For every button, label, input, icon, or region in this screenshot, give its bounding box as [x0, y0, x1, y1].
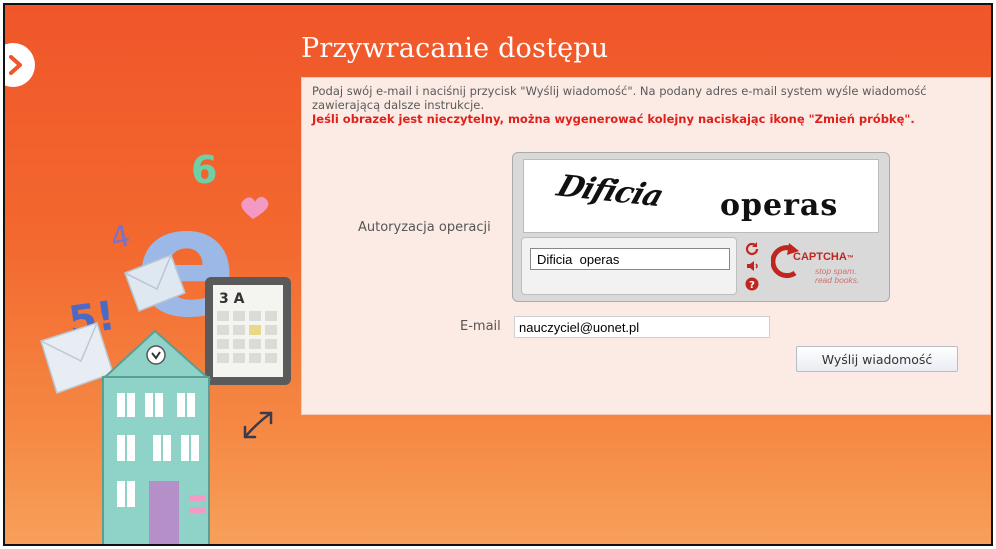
- captcha-word-1: Dificia: [552, 169, 668, 214]
- app-frame: 6 4 e 5! 3 A Przywracanie dostępu Podaj …: [3, 3, 993, 546]
- svg-text:3 A: 3 A: [219, 291, 245, 307]
- school-building: [100, 329, 212, 544]
- calendar-tablet: 3 A: [205, 277, 291, 385]
- svg-text:?: ?: [749, 280, 755, 291]
- school-illustration: 6 4 e 5! 3 A: [40, 148, 291, 544]
- recaptcha-tagline-2: read books.: [815, 275, 860, 285]
- email-label: E-mail: [460, 319, 501, 334]
- recaptcha-logo: CAPTCHA™ stop spam. read books.: [771, 241, 879, 293]
- refresh-icon[interactable]: [745, 241, 759, 255]
- email-field[interactable]: [514, 316, 770, 338]
- recaptcha-arrow-icon: [771, 243, 799, 279]
- recaptcha-logo-text: CAPTCHA: [793, 251, 847, 263]
- recaptcha-tm: ™: [846, 255, 854, 262]
- heart-icon: [241, 196, 269, 219]
- captcha-warning-text: Jeśli obrazek jest nieczytelny, można wy…: [312, 112, 915, 126]
- audio-icon[interactable]: [745, 259, 759, 273]
- help-icon[interactable]: ?: [745, 277, 759, 291]
- captcha-label: Autoryzacja operacji: [358, 220, 491, 235]
- recovery-form-panel: Podaj swój e-mail i naciśnij przycisk "W…: [301, 77, 991, 415]
- double-arrow-icon: [243, 411, 273, 439]
- captcha-word-2: operas: [720, 188, 839, 223]
- captcha-input-area: [521, 237, 737, 295]
- captcha-image: Dificia operas: [523, 159, 879, 233]
- recaptcha-widget: Dificia operas ?: [512, 152, 890, 302]
- send-message-button[interactable]: Wyślij wiadomość: [796, 346, 958, 372]
- page-title: Przywracanie dostępu: [301, 33, 609, 64]
- digit-4: 4: [107, 219, 133, 257]
- instructions-text: Podaj swój e-mail i naciśnij przycisk "W…: [312, 84, 927, 112]
- captcha-response-input[interactable]: [530, 248, 730, 270]
